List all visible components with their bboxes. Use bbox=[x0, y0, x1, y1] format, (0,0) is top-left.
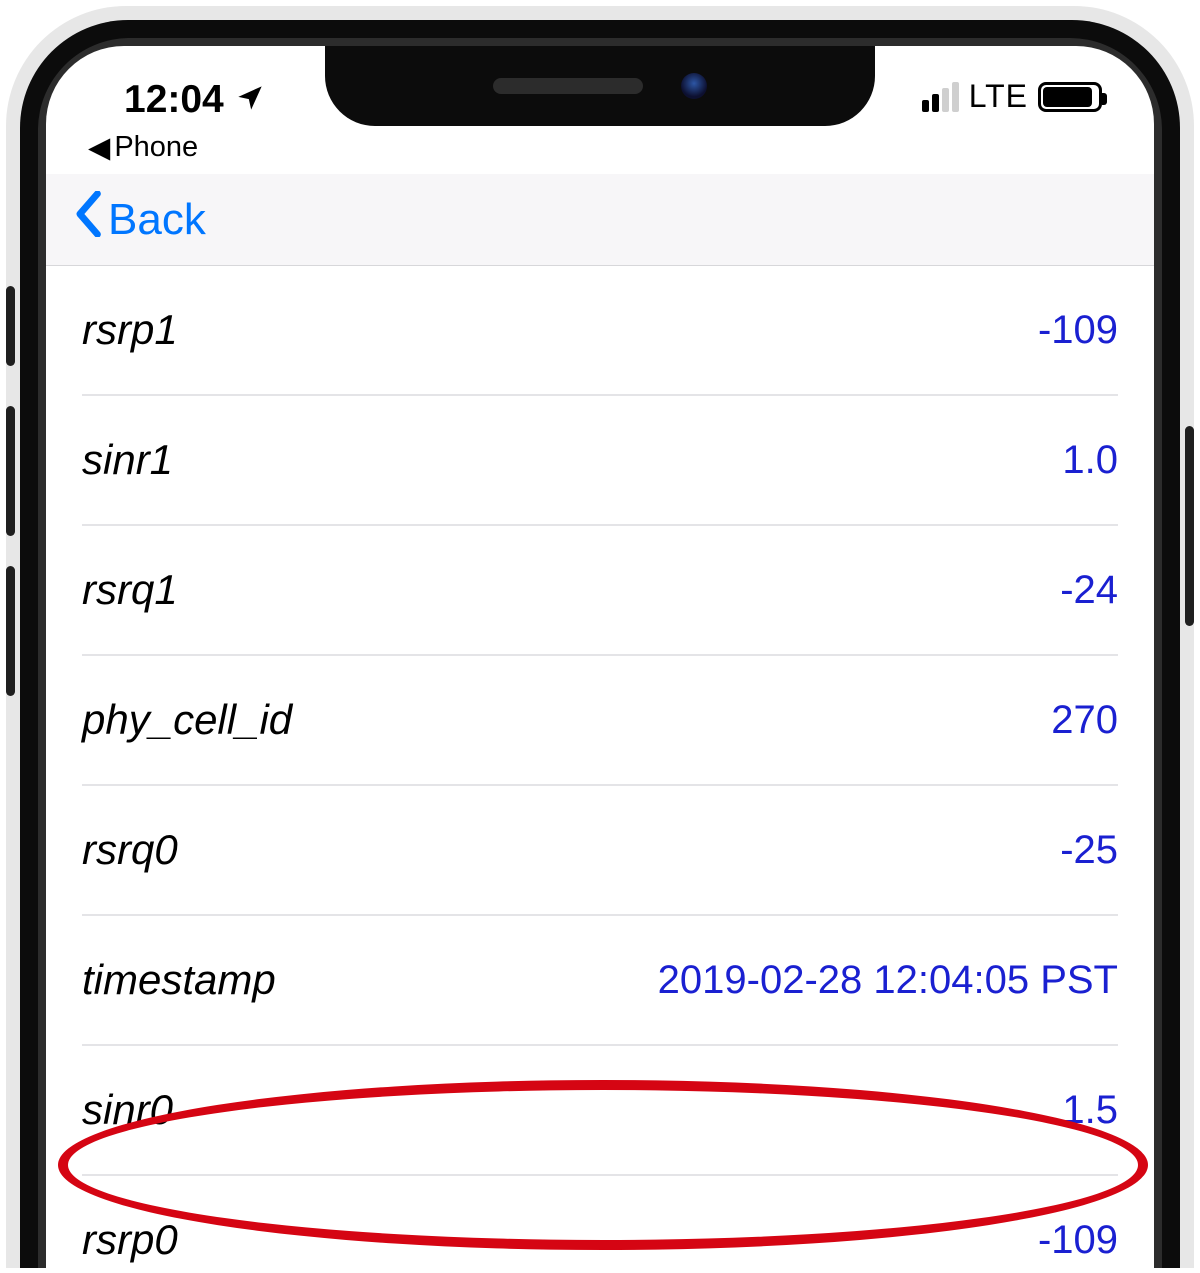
phone-screen: 12:04 ◀ Phone LTE bbox=[46, 46, 1154, 1268]
metric-key: timestamp bbox=[82, 956, 276, 1004]
status-time: 12:04 bbox=[124, 78, 224, 122]
device-volume-down bbox=[6, 566, 15, 696]
list-item[interactable]: rsrp1 -109 bbox=[82, 266, 1118, 396]
metric-value: 1.0 bbox=[1062, 438, 1118, 483]
metrics-list: rsrp1 -109 sinr1 1.0 rsrq1 -24 phy_cell_… bbox=[46, 266, 1154, 1268]
back-button[interactable]: Back bbox=[72, 191, 206, 248]
metric-value: -25 bbox=[1060, 828, 1118, 873]
list-item[interactable]: timestamp 2019-02-28 12:04:05 PST bbox=[82, 916, 1118, 1046]
metric-value: 1.5 bbox=[1062, 1088, 1118, 1133]
back-to-app[interactable]: ◀ Phone bbox=[88, 130, 198, 165]
device-frame: 12:04 ◀ Phone LTE bbox=[6, 6, 1194, 1268]
list-item[interactable]: rsrq1 -24 bbox=[82, 526, 1118, 656]
list-item[interactable]: sinr1 1.0 bbox=[82, 396, 1118, 526]
status-bar: 12:04 ◀ Phone LTE bbox=[46, 46, 1154, 146]
metric-key: rsrq1 bbox=[82, 566, 178, 614]
list-item[interactable]: rsrq0 -25 bbox=[82, 786, 1118, 916]
network-type: LTE bbox=[969, 78, 1028, 115]
metric-key: rsrq0 bbox=[82, 826, 178, 874]
metric-key: phy_cell_id bbox=[82, 696, 292, 744]
metric-key: sinr1 bbox=[82, 436, 173, 484]
list-item[interactable]: rsrp0 -109 bbox=[82, 1176, 1118, 1268]
metric-value: 270 bbox=[1051, 698, 1118, 743]
metric-value: 2019-02-28 12:04:05 PST bbox=[658, 958, 1118, 1003]
device-silent-switch bbox=[6, 286, 15, 366]
metric-value: -109 bbox=[1038, 1218, 1118, 1263]
battery-icon bbox=[1038, 82, 1102, 112]
location-icon bbox=[236, 78, 264, 122]
metric-key: rsrp0 bbox=[82, 1216, 178, 1264]
cellular-signal-icon bbox=[922, 82, 959, 112]
metric-value: -109 bbox=[1038, 308, 1118, 353]
device-volume-up bbox=[6, 406, 15, 536]
back-label: Back bbox=[108, 195, 206, 245]
caret-left-icon: ◀ bbox=[88, 130, 110, 165]
metric-value: -24 bbox=[1060, 568, 1118, 613]
breadcrumb-label: Phone bbox=[114, 131, 198, 164]
device-power-button bbox=[1185, 426, 1194, 626]
nav-header: Back bbox=[46, 174, 1154, 266]
metric-key: sinr0 bbox=[82, 1086, 173, 1134]
list-item[interactable]: phy_cell_id 270 bbox=[82, 656, 1118, 786]
metric-key: rsrp1 bbox=[82, 306, 178, 354]
chevron-left-icon bbox=[72, 191, 104, 248]
list-item[interactable]: sinr0 1.5 bbox=[82, 1046, 1118, 1176]
